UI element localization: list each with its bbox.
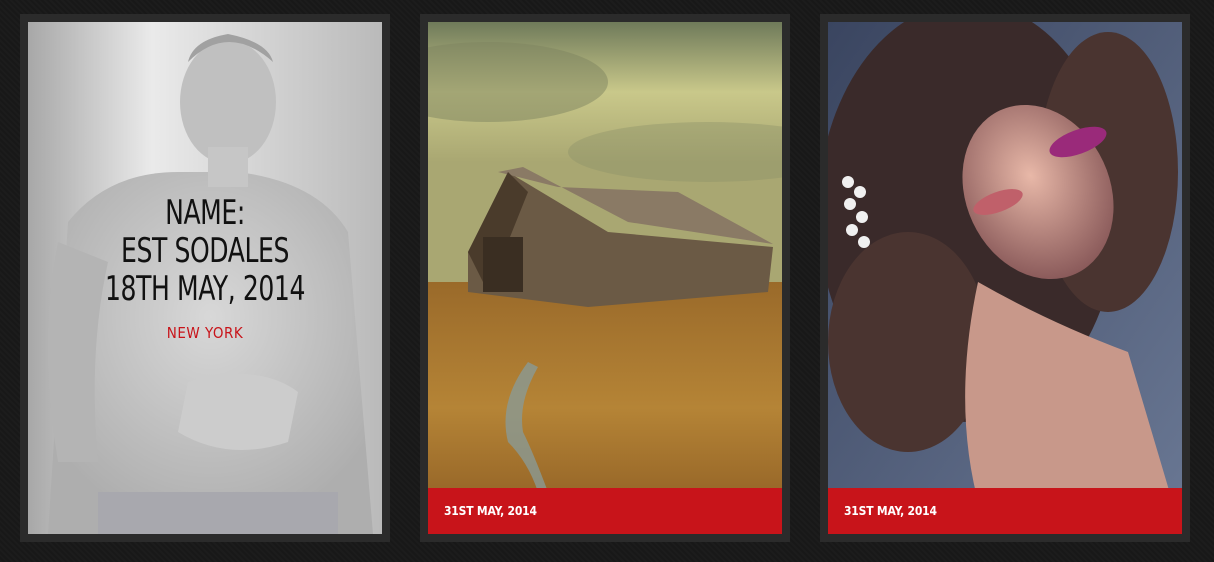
gallery-card-3[interactable]: 31ST MAY, 2014	[820, 14, 1190, 542]
old-barn-landscape-image	[428, 22, 782, 534]
gallery-grid: NAME: EST SODALES 18TH MAY, 2014 NEW YOR…	[0, 0, 1214, 562]
gallery-card-2[interactable]: 31ST MAY, 2014	[420, 14, 790, 542]
date-bar: 31ST MAY, 2014	[828, 488, 1182, 534]
date-bar: 31ST MAY, 2014	[428, 488, 782, 534]
event-location[interactable]: NEW YORK	[28, 324, 382, 342]
card-frame: 31ST MAY, 2014	[828, 22, 1182, 534]
card-frame: 31ST MAY, 2014	[428, 22, 782, 534]
gallery-card-1[interactable]: NAME: EST SODALES 18TH MAY, 2014 NEW YOR…	[20, 14, 390, 542]
name-label: NAME:	[165, 193, 245, 233]
woman-curly-hair-portrait-image	[828, 22, 1182, 534]
event-info: NAME: EST SODALES 18TH MAY, 2014 NEW YOR…	[28, 194, 382, 342]
event-title: EST SODALES	[121, 231, 289, 271]
card-frame: NAME: EST SODALES 18TH MAY, 2014 NEW YOR…	[28, 22, 382, 534]
event-date: 18TH MAY, 2014	[104, 269, 306, 309]
